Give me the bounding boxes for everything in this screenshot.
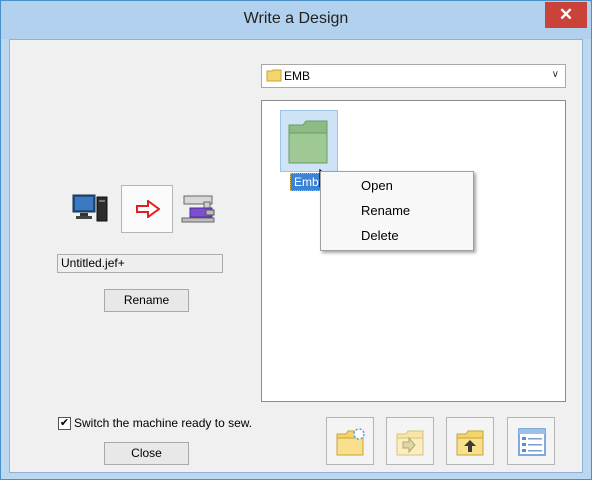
- chevron-down-icon[interactable]: ∨: [552, 69, 559, 80]
- folder-icon[interactable]: [280, 110, 338, 172]
- design-filename-field[interactable]: Untitled.jef+: [57, 254, 223, 273]
- parent-folder-icon: [456, 430, 484, 456]
- move-folder-button[interactable]: [386, 417, 434, 465]
- window-close-button[interactable]: ✕: [545, 2, 587, 28]
- context-menu-rename[interactable]: Rename: [361, 203, 410, 218]
- switch-ready-checkbox[interactable]: ✔: [58, 417, 71, 430]
- computer-icon: [70, 191, 110, 232]
- context-menu: Open Rename Delete: [320, 171, 474, 251]
- sewing-machine-usb-icon: [180, 192, 218, 231]
- folder-dropdown[interactable]: EMB ∨: [261, 64, 566, 88]
- new-folder-button[interactable]: [326, 417, 374, 465]
- dialog-client-area: EMB ∨ Embf Open Rename Delete Untitled.j…: [9, 39, 583, 473]
- write-design-window: Write a Design ✕ EMB ∨ Embf Open Rename …: [0, 0, 592, 480]
- context-menu-open[interactable]: Open: [361, 178, 393, 193]
- transfer-direction-button[interactable]: [121, 185, 173, 233]
- window-title: Write a Design: [243, 10, 349, 27]
- context-menu-delete[interactable]: Delete: [361, 228, 399, 243]
- switch-ready-label: Switch the machine ready to sew.: [74, 416, 253, 430]
- title-bar[interactable]: Write a Design ✕: [1, 1, 591, 39]
- close-button[interactable]: Close: [104, 442, 189, 465]
- move-folder-icon: [396, 430, 424, 456]
- details-view-icon: [518, 428, 546, 456]
- right-arrow-icon: [136, 200, 160, 218]
- rename-button[interactable]: Rename: [104, 289, 189, 312]
- file-list[interactable]: Embf: [261, 100, 566, 402]
- new-folder-icon: [336, 428, 365, 456]
- parent-folder-button[interactable]: [446, 417, 494, 465]
- folder-dropdown-value: EMB: [284, 69, 311, 83]
- details-view-button[interactable]: [507, 417, 555, 465]
- folder-icon: [266, 68, 282, 85]
